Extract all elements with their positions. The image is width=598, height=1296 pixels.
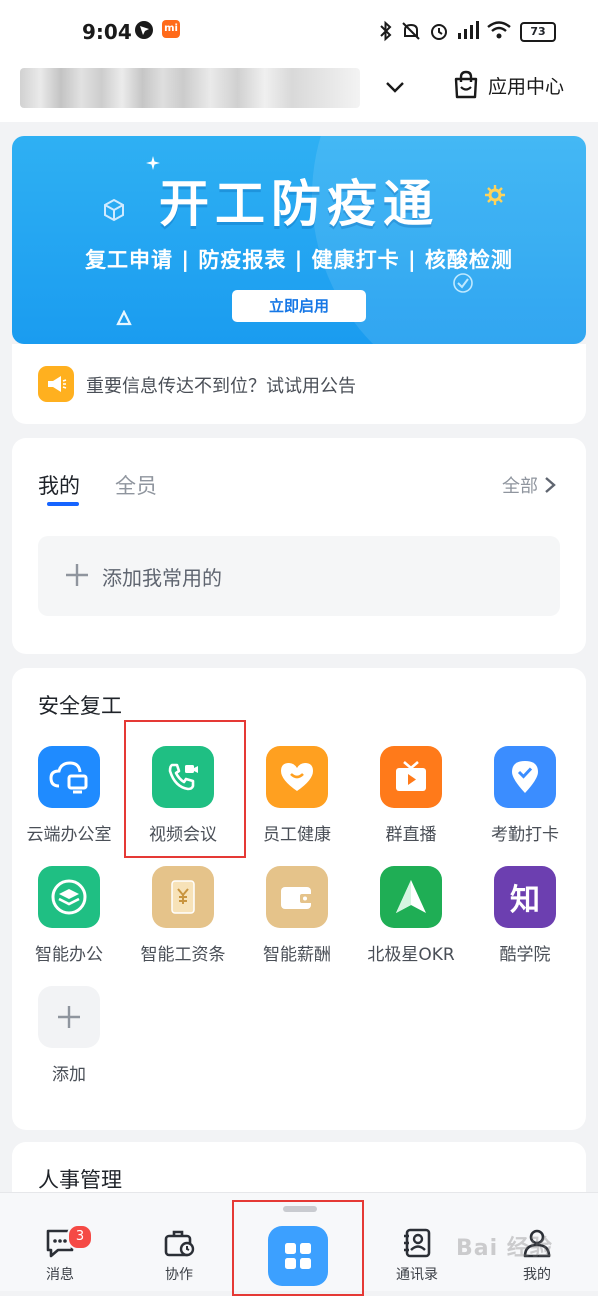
heart-smile-icon: [266, 746, 328, 808]
active-tab-indicator: [47, 502, 79, 506]
battery-indicator: 73: [520, 22, 556, 42]
banner-subtitle: 复工申请 | 防疫报表 | 健康打卡 | 核酸检测: [85, 248, 513, 272]
nav-label: 协作: [165, 1267, 193, 1283]
tv-play-icon: [380, 746, 442, 808]
nav-messages[interactable]: 3 消息: [25, 1224, 95, 1284]
app-label: 考勤打卡: [491, 825, 559, 845]
add-common-apps-button[interactable]: 添加我常用的: [38, 536, 560, 616]
contacts-book-icon: [404, 1228, 431, 1258]
signal-icon: [458, 21, 479, 39]
app-attendance[interactable]: 考勤打卡: [468, 746, 582, 845]
app-label: 智能薪酬: [263, 945, 331, 965]
app-add[interactable]: 添加: [12, 986, 126, 1085]
nav-contacts[interactable]: 通讯录: [382, 1228, 452, 1284]
app-center-label: 应用中心: [488, 75, 565, 98]
triangle-icon: [116, 310, 132, 326]
app-label: 智能工资条: [140, 945, 226, 965]
promo-banner[interactable]: 开工防疫通 复工申请 | 防疫报表 | 健康打卡 | 核酸检测 立即启用: [12, 136, 586, 344]
wallet-icon: [266, 866, 328, 928]
battery-level: 73: [530, 25, 546, 38]
announcement-text: 重要信息传达不到位？试试用公告: [86, 376, 356, 397]
status-time: 9:04: [82, 20, 132, 44]
see-all-link[interactable]: 全部: [502, 472, 556, 498]
nav-label: 消息: [46, 1267, 74, 1283]
app-label: 云端办公室: [26, 825, 112, 845]
briefcase-icon: [164, 1230, 195, 1257]
plus-icon: [38, 986, 100, 1048]
wifi-icon: [487, 21, 511, 39]
salary-slip-icon: [152, 866, 214, 928]
status-bar: 9:04 mi 73: [0, 0, 598, 64]
tab-all-members[interactable]: 全员: [115, 470, 157, 500]
nav-collaboration[interactable]: 协作: [144, 1228, 214, 1284]
alarm-icon: [431, 24, 447, 40]
mi-app-icon: mi: [162, 20, 180, 38]
unread-badge: 3: [67, 1224, 93, 1250]
app-label: 员工健康: [263, 825, 331, 845]
safe-return-card: 安全复工 云端办公室 视频会议 员工健康 群直播 考勤打卡 智能办公 智能工资条…: [12, 668, 586, 1130]
top-header: 应用中心: [0, 58, 598, 122]
zhi-icon: 知: [494, 866, 556, 928]
nav-label: 我的: [523, 1267, 551, 1283]
app-label: 智能办公: [35, 945, 103, 965]
bluetooth-icon: [380, 20, 392, 42]
zhi-glyph: 知: [510, 883, 540, 918]
check-circle-icon: [453, 273, 473, 293]
app-smart-salary[interactable]: 智能薪酬: [240, 866, 354, 965]
add-common-label: 添加我常用的: [102, 566, 222, 590]
app-smart-office[interactable]: 智能办公: [12, 866, 126, 965]
section-title: 安全复工: [38, 694, 122, 718]
app-label: 添加: [52, 1065, 86, 1085]
navigation-arrow-icon: [135, 21, 153, 39]
north-star-icon: [380, 866, 442, 928]
app-cloud-office[interactable]: 云端办公室: [12, 746, 126, 845]
announcement-tip[interactable]: 重要信息传达不到位？试试用公告: [12, 344, 586, 424]
app-smart-payslip[interactable]: 智能工资条: [126, 866, 240, 965]
enable-now-button[interactable]: 立即启用: [232, 290, 366, 322]
nav-label: 通讯录: [396, 1267, 438, 1283]
app-center-button[interactable]: 应用中心: [452, 70, 564, 100]
plus-icon: [66, 564, 88, 586]
tab-mine[interactable]: 我的: [38, 470, 80, 500]
see-all-label: 全部: [502, 476, 538, 497]
app-group-live[interactable]: 群直播: [354, 746, 468, 845]
location-check-icon: [494, 746, 556, 808]
layers-icon: [38, 866, 100, 928]
chevron-down-icon[interactable]: [384, 76, 406, 98]
app-label: 酷学院: [499, 945, 551, 965]
shopping-bag-icon: [454, 70, 478, 99]
app-cool-college[interactable]: 知 酷学院: [468, 866, 582, 965]
chevron-right-icon: [545, 477, 556, 493]
app-label: 北极星OKR: [367, 945, 455, 965]
highlight-box-video-meeting: [124, 720, 246, 858]
banner-title: 开工防疫通: [159, 175, 439, 233]
app-employee-health[interactable]: 员工健康: [240, 746, 354, 845]
app-north-star-okr[interactable]: 北极星OKR: [354, 866, 468, 965]
baidu-watermark: Bai 经验: [456, 1236, 553, 1261]
cloud-desktop-icon: [38, 746, 100, 808]
megaphone-icon: [38, 366, 74, 402]
mute-bell-icon: [402, 22, 420, 40]
hr-section-title: 人事管理: [38, 1168, 122, 1192]
blurred-org-name[interactable]: [20, 68, 360, 108]
favorites-card: 我的 全员 全部 添加我常用的: [12, 438, 586, 654]
app-label: 群直播: [385, 825, 437, 845]
highlight-box-workbench: [232, 1200, 364, 1296]
